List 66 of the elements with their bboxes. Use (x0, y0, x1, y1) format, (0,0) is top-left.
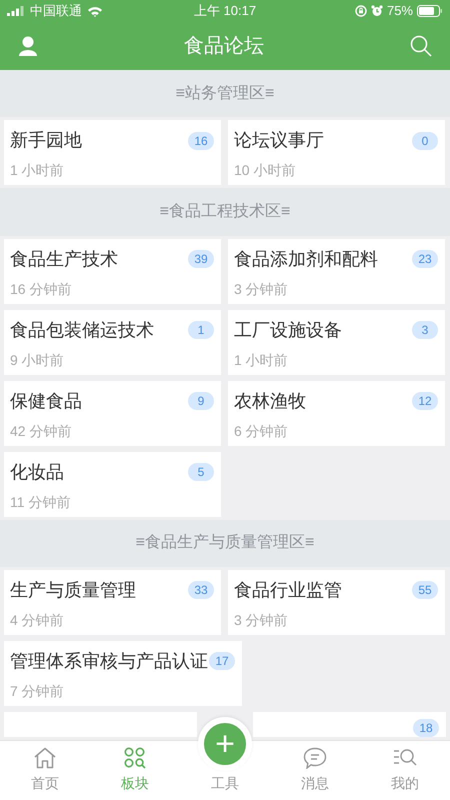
post-count-badge: 23 (412, 250, 438, 268)
battery-percent: 75% (386, 2, 413, 20)
last-updated: 9 小时前 (10, 350, 65, 370)
search-icon[interactable] (410, 35, 432, 57)
wifi-icon (87, 6, 103, 16)
section-title: ≡站务管理区≡ (176, 84, 274, 104)
post-count-badge: 16 (188, 132, 214, 150)
post-count-badge: 5 (188, 463, 214, 482)
board-card[interactable]: 工厂设施设备 3 1 小时前 (228, 310, 445, 375)
post-count-badge: 12 (412, 392, 438, 410)
rotation-lock-icon (354, 5, 367, 17)
board-name: 生产与质量管理 (10, 578, 136, 602)
post-count-badge: 1 (188, 321, 214, 340)
board-card[interactable]: 新手园地 16 1 小时前 (4, 120, 221, 186)
last-updated: 16 分钟前 (10, 280, 72, 299)
board-name: 食品包装储运技术 (10, 318, 154, 342)
board-name: 工厂设施设备 (234, 318, 342, 342)
profile-icon[interactable] (18, 36, 38, 56)
post-count-badge: 9 (188, 392, 214, 410)
grid-circles-icon (124, 747, 146, 769)
board-card[interactable]: 化妆品 5 11 分钟前 (4, 452, 221, 517)
board-card[interactable]: 农林渔牧 12 6 分钟前 (228, 380, 445, 446)
last-updated: 10 小时前 (234, 161, 296, 180)
board-name: 化妆品 (10, 460, 64, 484)
board-card[interactable]: 生产与质量管理 33 4 分钟前 (4, 570, 221, 635)
last-updated: 6 分钟前 (234, 422, 289, 441)
chat-bubble-icon (303, 747, 327, 769)
board-card[interactable]: 食品生产技术 39 16 分钟前 (4, 238, 221, 304)
board-name: 农林渔牧 (234, 390, 306, 413)
board-name: 保健食品 (10, 390, 82, 413)
post-count-badge: 55 (412, 581, 438, 600)
board-card[interactable]: 食品添加剂和配料 23 3 分钟前 (228, 238, 445, 304)
board-name: 食品添加剂和配料 (234, 248, 378, 271)
carrier-name: 中国联通 (30, 2, 82, 20)
signal-icon (7, 6, 25, 16)
last-updated: 4 分钟前 (10, 610, 65, 630)
post-count-badge: 39 (188, 250, 214, 268)
board-name: 食品行业监管 (234, 578, 342, 602)
board-name: 管理体系审核与产品认证 (10, 650, 208, 673)
app-title: 食品论坛 (184, 34, 264, 59)
last-updated: 3 分钟前 (234, 280, 289, 299)
post-count-badge: 17 (209, 652, 235, 670)
last-updated: 1 小时前 (234, 350, 289, 370)
battery-icon (417, 5, 443, 17)
board-name: 论坛议事厅 (234, 129, 324, 152)
post-count-badge: 18 (413, 718, 439, 737)
last-updated: 3 分钟前 (234, 610, 289, 630)
last-updated: 1 小时前 (10, 161, 65, 180)
board-card[interactable]: 管理体系审核与产品认证 17 7 分钟前 (4, 640, 242, 706)
board-name: 新手园地 (10, 129, 82, 152)
last-updated: 11 分钟前 (10, 492, 72, 512)
alarm-icon (370, 5, 383, 17)
clock-time: 上午 10:17 (194, 2, 256, 20)
board-card[interactable]: 保健食品 9 42 分钟前 (4, 380, 221, 446)
home-icon (33, 747, 57, 769)
board-name: 食品生产技术 (10, 248, 118, 271)
section-title: ≡食品工程技术区≡ (160, 202, 290, 222)
board-card[interactable]: 食品行业监管 55 3 分钟前 (228, 570, 445, 635)
board-card[interactable]: 论坛议事厅 0 10 小时前 (228, 120, 445, 186)
last-updated: 42 分钟前 (10, 422, 72, 441)
post-count-badge: 3 (412, 321, 438, 340)
board-card[interactable]: 食品包装储运技术 1 9 小时前 (4, 310, 221, 375)
last-updated: 7 分钟前 (10, 682, 65, 701)
post-count-badge: 0 (412, 132, 438, 150)
post-count-badge: 33 (188, 581, 214, 600)
section-title: ≡食品生产与质量管理区≡ (136, 532, 314, 554)
